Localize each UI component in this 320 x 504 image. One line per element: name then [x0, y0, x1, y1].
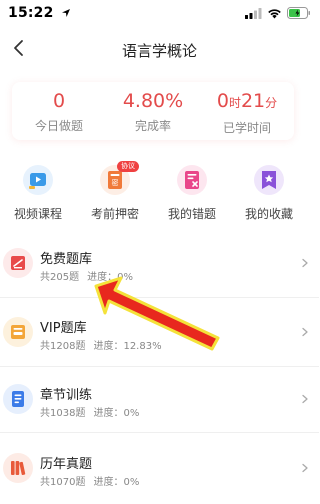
wifi-icon — [268, 8, 281, 18]
item-subtitle: 共205题 进度：0% — [40, 268, 133, 283]
stat-study-time: 0时21分 已学时间 — [200, 82, 294, 140]
action-video-course[interactable]: 视频课程 — [2, 160, 74, 222]
agreement-badge: 协议 — [117, 161, 139, 172]
stat-label: 今日做题 — [34, 119, 83, 133]
stat-value: 4.80% — [122, 90, 184, 112]
status-indicators — [245, 7, 311, 19]
svg-text:密: 密 — [112, 178, 119, 187]
question-count: 共205题 — [40, 272, 80, 283]
status-bar: 15:22 — [0, 0, 319, 28]
item-title: 免费题库 — [40, 252, 93, 267]
question-count: 共1070题 — [40, 477, 86, 488]
list-item-past-exams[interactable]: 历年真题 共1070题 进度：0% — [0, 443, 319, 504]
chevron-right-icon — [302, 463, 308, 473]
progress-text: 进度：0% — [87, 272, 133, 283]
status-time: 15:22 — [8, 5, 71, 21]
past-exam-icon — [3, 453, 33, 483]
item-title: 章节训练 — [40, 388, 93, 403]
progress-text: 进度：0% — [93, 477, 140, 488]
favorite-icon — [254, 165, 284, 195]
video-icon — [23, 165, 53, 195]
item-subtitle: 共1070题 进度：0% — [40, 473, 139, 488]
chevron-right-icon — [302, 258, 308, 268]
progress-text: 进度：12.83% — [93, 341, 162, 352]
stat-value: 0 — [52, 90, 66, 112]
action-label: 我的收藏 — [244, 207, 293, 221]
action-exam-secret[interactable]: 密 协议 考前押密 — [79, 160, 151, 222]
quick-actions: 视频课程 密 协议 考前押密 我的错题 我的收藏 — [0, 160, 319, 226]
nav-bar: 语言学概论 — [0, 32, 319, 66]
list-item-free-bank[interactable]: 免费题库 共205题 进度：0% — [0, 238, 319, 300]
list-item-chapter-training[interactable]: 章节训练 共1038题 进度：0% — [0, 374, 319, 436]
divider — [0, 432, 319, 433]
secret-icon: 密 协议 — [100, 161, 139, 195]
action-label: 考前押密 — [90, 207, 139, 221]
vip-bank-icon — [3, 317, 33, 347]
action-label: 视频课程 — [13, 207, 62, 221]
wrong-icon — [177, 165, 207, 195]
progress-text: 进度：0% — [93, 408, 140, 419]
question-count: 共1208题 — [40, 341, 86, 352]
chevron-right-icon — [302, 394, 308, 404]
item-subtitle: 共1038题 进度：0% — [40, 404, 139, 419]
action-wrong-questions[interactable]: 我的错题 — [156, 160, 228, 222]
divider — [0, 366, 319, 367]
question-count: 共1038题 — [40, 408, 86, 419]
stats-card: 0 今日做题 4.80% 完成率 0时21分 已学时间 — [12, 82, 294, 140]
item-title: 历年真题 — [40, 457, 93, 472]
chevron-right-icon — [302, 327, 308, 337]
free-bank-icon — [3, 248, 33, 278]
stat-today-questions: 0 今日做题 — [12, 82, 106, 140]
stat-label: 完成率 — [134, 119, 171, 133]
item-title: VIP题库 — [40, 321, 87, 336]
list-item-vip-bank[interactable]: VIP题库 共1208题 进度：12.83% — [0, 307, 319, 369]
stat-completion-rate: 4.80% 完成率 — [106, 82, 200, 140]
action-label: 我的错题 — [167, 207, 216, 221]
stat-value: 0时21分 — [216, 90, 278, 112]
location-arrow-icon — [61, 9, 70, 17]
signal-icon — [245, 7, 262, 19]
page-title: 语言学概论 — [121, 42, 197, 60]
item-subtitle: 共1208题 进度：12.83% — [40, 337, 162, 352]
stat-label: 已学时间 — [222, 121, 271, 135]
divider — [0, 297, 319, 298]
action-my-favorites[interactable]: 我的收藏 — [233, 160, 305, 222]
battery-icon — [287, 7, 310, 19]
chapter-icon — [3, 384, 33, 414]
